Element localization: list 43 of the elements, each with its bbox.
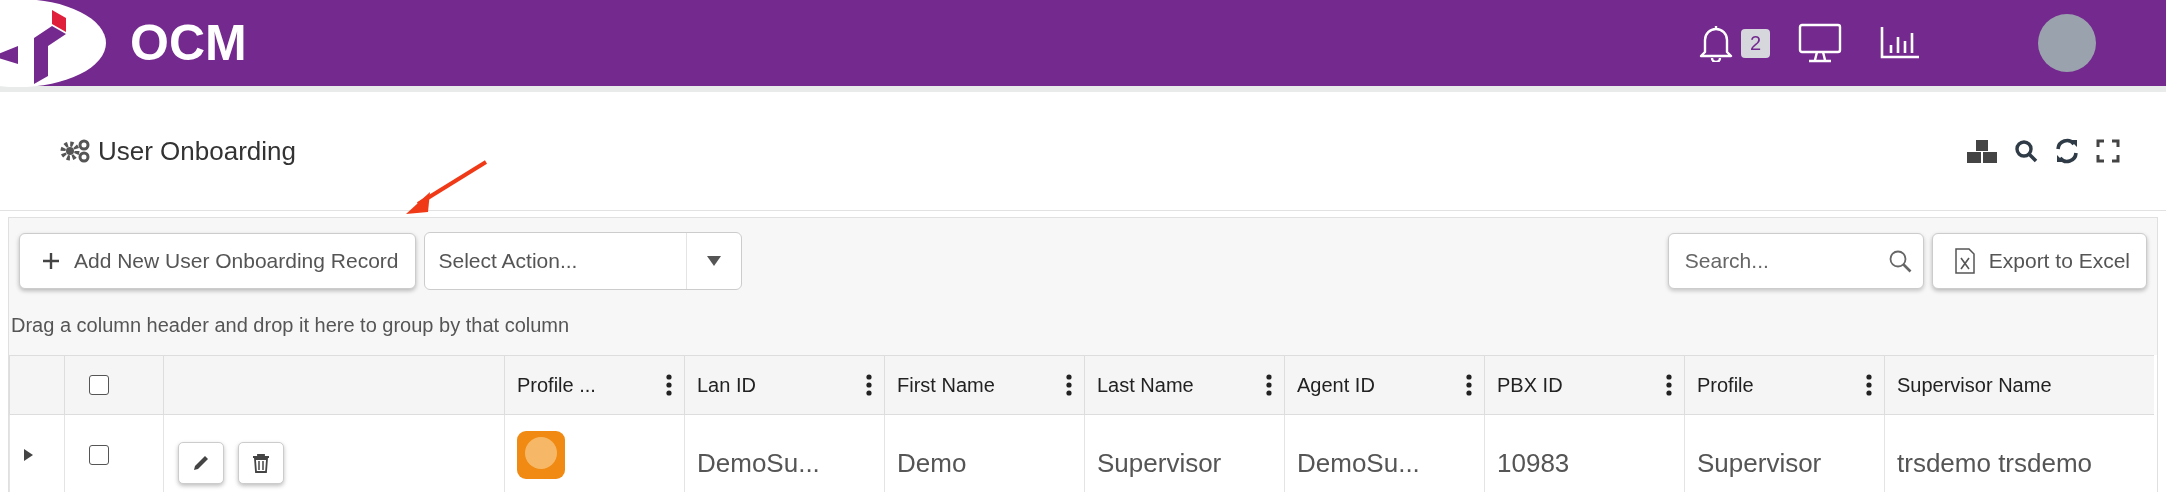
column-menu-icon[interactable] [1666,374,1672,396]
row-checkbox[interactable] [89,445,109,465]
group-hint: Drag a column header and drop it here to group by that column [10,313,571,338]
export-button[interactable]: Export to Excel [1931,233,2147,289]
table-cell: DemoSu... [697,447,820,479]
gears-icon [60,139,90,163]
table-cell: 10983 [1497,447,1570,479]
refresh-icon[interactable] [2054,138,2080,164]
caret-icon [705,255,722,267]
table-cell: DemoSu... [1297,447,1420,479]
expand-arrow-icon[interactable] [22,449,34,461]
add-record-button[interactable]: Add New User Onboarding Record [19,233,416,289]
search-icon[interactable] [2014,139,2038,163]
search-field[interactable]: Search... [1667,233,1924,289]
app-title: OCM [130,14,247,72]
profile-picture-icon [517,431,565,479]
select-all-checkbox[interactable] [89,375,109,395]
table-cell: Demo [897,447,967,479]
table-cell: Supervisor [1697,447,1822,479]
column-menu-icon[interactable] [1066,374,1072,396]
fullscreen-icon[interactable] [2096,139,2120,163]
monitor-icon[interactable] [1798,23,1842,63]
excel-file-icon [1954,248,1975,274]
boxes-icon[interactable] [1966,138,1998,164]
notification-count: 2 [1740,28,1770,58]
bell-icon[interactable] [1698,24,1733,62]
page-title: User Onboarding [98,135,296,167]
search-icon [1887,249,1912,273]
action-select[interactable]: Select Action... [423,232,742,290]
column-menu-icon[interactable] [1466,374,1472,396]
column-menu-icon[interactable] [666,374,672,396]
column-menu-icon[interactable] [866,374,872,396]
pencil-icon [191,453,211,473]
table-cell: trsdemo trsdemo [1897,447,2093,479]
table-cell: Supervisor [1097,447,1222,479]
edit-button[interactable] [178,442,224,484]
trash-icon [251,453,271,473]
plus-icon [42,252,60,270]
bar-chart-icon[interactable] [1880,27,1920,59]
user-avatar[interactable] [2038,14,2096,72]
delete-button[interactable] [238,442,284,484]
column-menu-icon[interactable] [1266,374,1272,396]
column-menu-icon[interactable] [1866,374,1872,396]
